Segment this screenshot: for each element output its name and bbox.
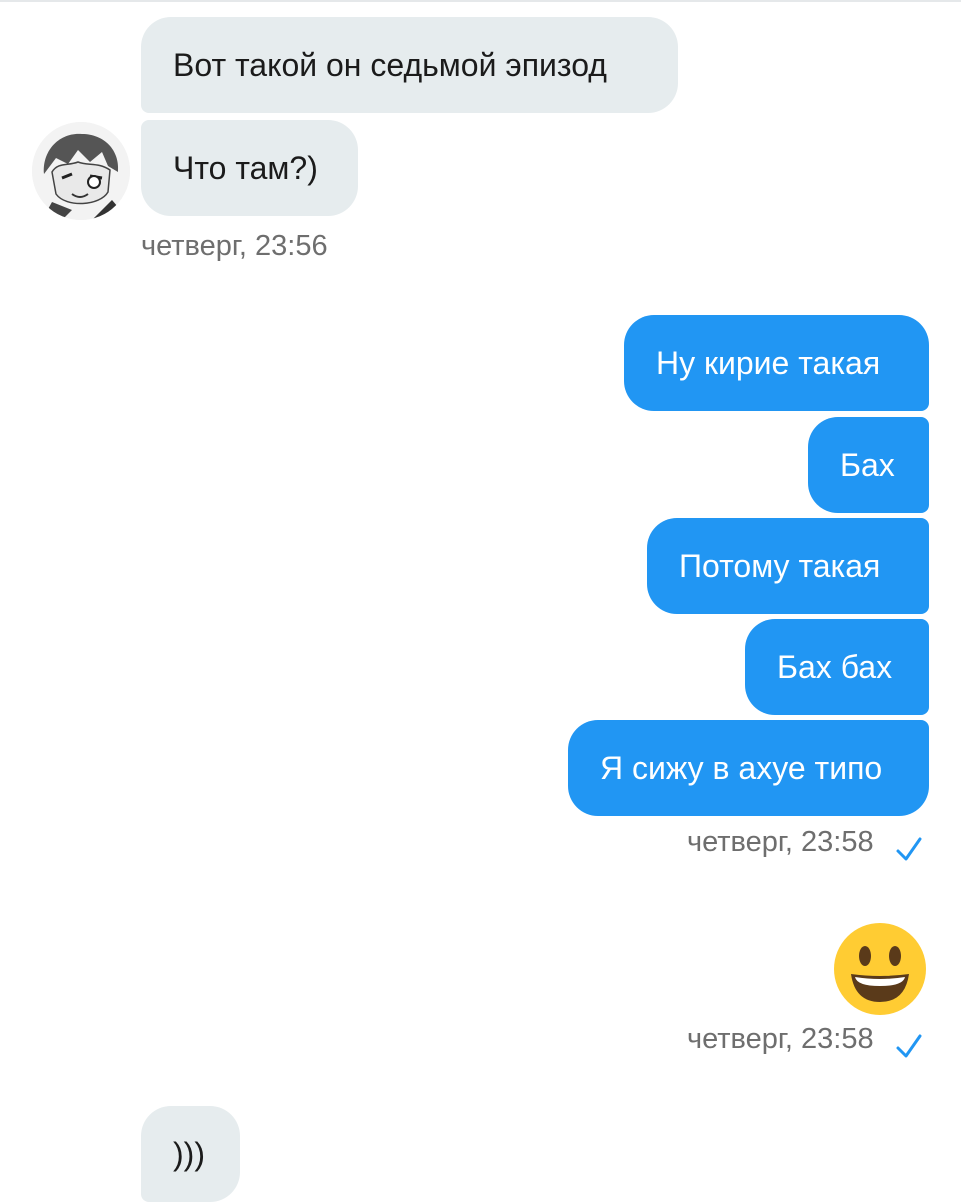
message-text: Вот такой он седьмой эпизод	[173, 47, 607, 83]
outgoing-message-bubble[interactable]: Ну кирие такая	[624, 315, 929, 411]
grinning-face-emoji-icon[interactable]	[833, 922, 927, 1016]
message-text: Ну кирие такая	[656, 345, 881, 381]
sent-check-icon	[896, 1034, 922, 1058]
incoming-message-bubble[interactable]: Вот такой он седьмой эпизод	[141, 17, 678, 113]
incoming-message-bubble[interactable]: Что там?)	[141, 120, 358, 216]
message-text: )))	[173, 1136, 205, 1172]
message-text: Бах бах	[777, 649, 893, 685]
outgoing-message-bubble[interactable]: Я сижу в ахуе типо	[568, 720, 929, 816]
outgoing-message-bubble[interactable]: Бах	[808, 417, 929, 513]
outgoing-message-bubble[interactable]: Потому такая	[647, 518, 929, 614]
message-text: Что там?)	[173, 150, 318, 186]
message-timestamp: четверг, 23:58	[687, 1023, 874, 1055]
outgoing-message-bubble[interactable]: Бах бах	[745, 619, 929, 715]
message-text: Бах	[840, 447, 895, 483]
incoming-message-bubble[interactable]: )))	[141, 1106, 240, 1202]
message-timestamp: четверг, 23:58	[687, 826, 874, 858]
message-text: Я сижу в ахуе типо	[600, 750, 883, 786]
message-timestamp: четверг, 23:56	[141, 230, 328, 262]
top-divider	[0, 0, 961, 2]
message-text: Потому такая	[679, 548, 881, 584]
sent-check-icon	[896, 837, 922, 861]
anime-avatar-icon	[32, 122, 130, 220]
contact-avatar[interactable]	[32, 122, 130, 220]
